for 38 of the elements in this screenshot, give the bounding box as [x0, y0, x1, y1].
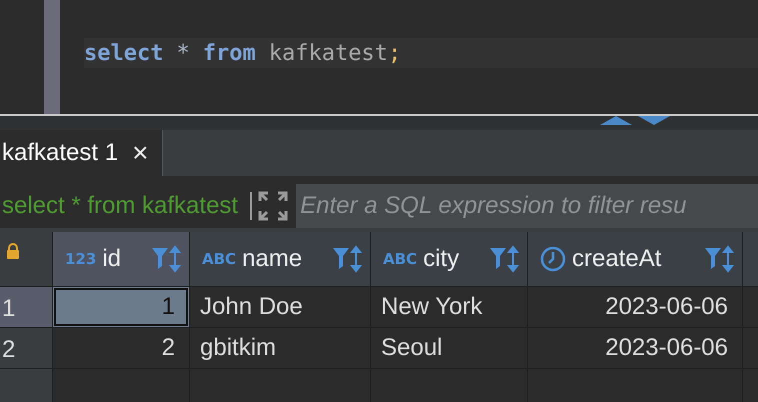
filter-sort-icon[interactable] — [704, 245, 734, 273]
row-number[interactable]: 1 — [0, 287, 52, 327]
table-cell: John Doe — [190, 287, 370, 327]
lock-icon — [6, 243, 20, 259]
table-cell: 1 — [53, 287, 189, 327]
column-name: city — [423, 245, 460, 273]
type-label: ABC — [202, 250, 236, 268]
code-token: kafkatest — [268, 40, 388, 66]
table-cell: New York — [371, 287, 527, 327]
maximize-icon[interactable] — [258, 191, 288, 221]
code-token: select — [84, 40, 164, 66]
table-cell: 2023-06-06 — [528, 328, 742, 368]
code-token: from — [202, 40, 256, 66]
filter-sort-icon[interactable] — [332, 245, 362, 273]
filter-sort-icon[interactable] — [151, 245, 181, 273]
type-label: ABC — [383, 250, 418, 268]
code-token: ; — [388, 40, 402, 66]
table-cell: Seoul — [371, 328, 527, 368]
tab-label: kafkatest 1 — [2, 139, 118, 167]
column-name: name — [242, 245, 304, 273]
column-header[interactable]: ABC city — [371, 232, 527, 286]
table-cell: 2023-06-06 — [528, 287, 742, 327]
filter-input[interactable]: Enter a SQL expression to filter resu — [296, 184, 758, 228]
code-token: * — [176, 40, 190, 66]
close-icon[interactable]: × — [132, 137, 148, 169]
row-number[interactable]: 2 — [0, 328, 52, 368]
column-header[interactable]: 123 id — [53, 232, 189, 286]
result-tab[interactable]: kafkatest 1 × — [0, 130, 164, 176]
column-name: createAt — [572, 245, 662, 273]
query-text: select * from kafkatest — [2, 192, 238, 220]
clock-icon — [540, 246, 566, 272]
column-header[interactable]: createAt — [528, 232, 742, 286]
type-label: 123 — [65, 250, 96, 268]
column-header[interactable]: ABC name — [190, 232, 370, 286]
column-name: id — [102, 245, 122, 273]
table-cell: gbitkim — [190, 328, 370, 368]
filter-sort-icon[interactable] — [489, 245, 519, 273]
table-cell: 2 — [53, 328, 189, 368]
